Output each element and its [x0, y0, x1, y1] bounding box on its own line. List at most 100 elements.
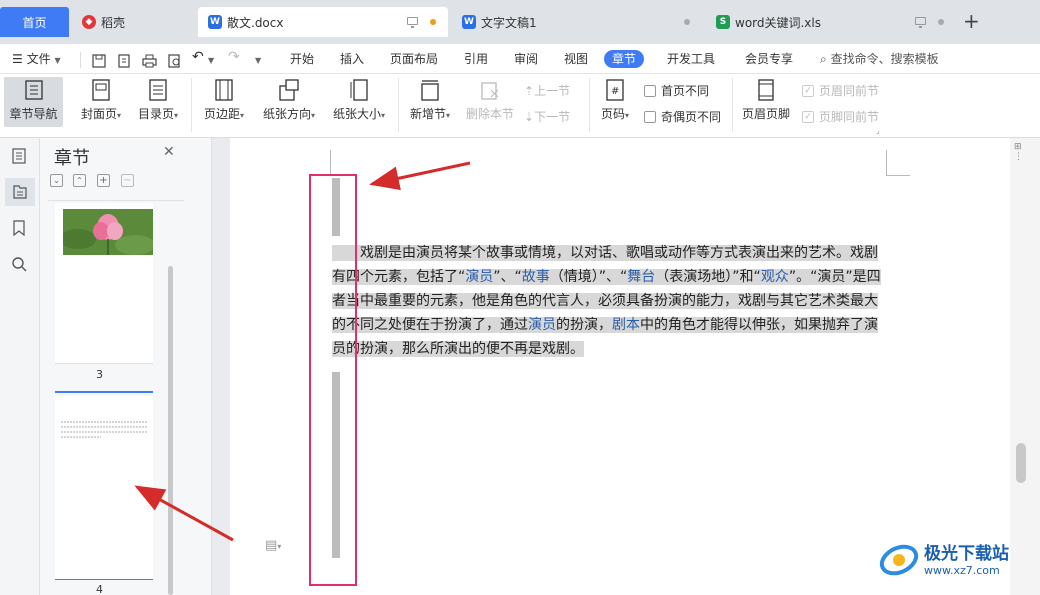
prev-section-icon: ⇡	[524, 83, 535, 98]
document-paragraph[interactable]: 戏剧是由演员将某个故事或情境，以对话、歌唱或动作等方式表演出来的艺术。戏剧有四个…	[332, 241, 886, 361]
document-outline-icon[interactable]	[11, 148, 27, 164]
menu-item-section[interactable]: 章节	[604, 50, 645, 68]
tab-dot-icon	[938, 19, 944, 25]
menu-item-layout[interactable]: 页面布局	[390, 50, 438, 68]
page-number-icon: #	[606, 79, 624, 101]
nav-scrollbar[interactable]	[168, 266, 173, 595]
file-menu-label: 文件	[26, 52, 51, 66]
hyperlink-text[interactable]: 观众	[761, 269, 789, 285]
delete-section-button[interactable]: 删除本节	[464, 78, 516, 122]
undo-dropdown-icon[interactable]: ▼	[208, 50, 214, 68]
search-icon[interactable]	[11, 256, 27, 272]
header-footer-button[interactable]: 页眉页脚	[740, 78, 792, 122]
bookmark-icon[interactable]	[12, 220, 26, 236]
tab-home-label: 首页	[22, 15, 47, 30]
tab-sanwen-docx[interactable]: W 散文.docx	[198, 7, 448, 37]
word-doc-icon: W	[208, 15, 222, 29]
new-section-label: 新增节	[409, 107, 446, 121]
command-search[interactable]: ⌕ 查找命令、搜索模板	[820, 50, 939, 68]
menu-item-review[interactable]: 审阅	[514, 50, 538, 68]
cover-page-button[interactable]: 封面页▾	[77, 78, 125, 122]
prev-section-button[interactable]: ⇡ 上一节	[524, 82, 570, 99]
page-thumbnail-4[interactable]	[55, 396, 153, 580]
monitor-icon[interactable]	[407, 17, 418, 28]
selected-paragraph-text: 戏剧是由演员将某个故事或情境，以对话、歌唱或动作等方式表演出来的艺术。戏剧有四个…	[332, 245, 881, 357]
menu-item-start[interactable]: 开始	[290, 50, 314, 68]
page-number-label: 页码	[600, 107, 625, 121]
odd-even-different-checkbox[interactable]: 奇偶页不同	[644, 108, 721, 125]
delete-section-icon	[481, 82, 499, 100]
ribbon-section: 章节导航 封面页▾ 目录页▾ 页边距▾ 纸张方向▾ 纸张大小▾ 新增节▾ 删除本…	[0, 74, 1040, 138]
page-thumbnail-3[interactable]	[55, 203, 153, 364]
highlight-box-annotation	[309, 174, 357, 586]
more-quick-icon[interactable]: ▼	[255, 50, 261, 68]
divider	[398, 78, 399, 132]
ribbon-expand-icon[interactable]: ⌟	[876, 126, 880, 135]
menu-bar: ☰ 文件 ▼ ↶ ▼ ↷ ▼ 开始 插入 页面布局 引用 审阅 视图 章节 开发…	[0, 44, 1040, 74]
margin-icon	[215, 79, 233, 101]
section-nav-panel: 章节 ✕ ⌄ ⌃ + − 3 4	[40, 138, 212, 595]
add-section-icon[interactable]: +	[97, 174, 110, 187]
margin-button[interactable]: 页边距▾	[200, 78, 248, 122]
tab-home[interactable]: 首页	[0, 7, 69, 37]
menu-item-view[interactable]: 视图	[564, 50, 588, 68]
command-search-placeholder: 查找命令、搜索模板	[830, 52, 939, 66]
page-number-button[interactable]: # 页码▾	[596, 78, 634, 122]
menu-item-developer[interactable]: 开发工具	[667, 50, 715, 68]
vertical-scroll-thumb[interactable]	[1016, 443, 1026, 483]
divider	[732, 78, 733, 132]
hyperlink-text[interactable]: 舞台	[627, 269, 655, 285]
tab-word-xls[interactable]: S word关键词.xls	[706, 7, 956, 37]
hyperlink-text[interactable]: 演员	[465, 269, 493, 285]
remove-section-icon[interactable]: −	[121, 174, 134, 187]
page-corner-mark	[330, 150, 331, 175]
section-nav-button[interactable]: 章节导航	[4, 77, 63, 127]
header-same-as-prev-checkbox[interactable]: ✓ 页眉同前节	[802, 82, 879, 99]
menu-item-insert[interactable]: 插入	[340, 50, 364, 68]
save-icon[interactable]	[92, 54, 106, 68]
redo-icon[interactable]: ↷	[228, 48, 240, 66]
expand-all-icon[interactable]: ⌃	[73, 174, 86, 187]
nav-panel-title: 章节	[54, 148, 90, 169]
checkmark-icon: ✓	[802, 110, 814, 123]
paragraph-text-segment: （情境）”、“	[549, 269, 628, 285]
section-nav-label: 章节导航	[9, 107, 58, 121]
delete-section-label: 删除本节	[465, 107, 514, 121]
export-pdf-icon[interactable]	[117, 54, 131, 68]
hyperlink-text[interactable]: 故事	[522, 269, 550, 285]
page-corner-mark	[886, 150, 910, 176]
menu-item-vip[interactable]: 会员专享	[745, 50, 793, 68]
selection-indicator	[55, 391, 153, 393]
orientation-button[interactable]: 纸张方向▾	[258, 78, 320, 122]
section-nav-tool[interactable]	[5, 178, 35, 206]
tab-daoke[interactable]: ◆ 稻壳	[72, 7, 194, 37]
footer-same-as-prev-checkbox[interactable]: ✓ 页脚同前节	[802, 108, 879, 125]
tab-wenzi-wengao[interactable]: W 文字文稿1	[452, 7, 702, 37]
undo-icon[interactable]: ↶	[192, 48, 204, 66]
first-page-different-checkbox[interactable]: 首页不同	[644, 82, 709, 99]
header-footer-label: 页眉页脚	[741, 107, 790, 121]
add-tab-icon[interactable]: +	[963, 9, 980, 33]
monitor-icon[interactable]	[915, 17, 926, 28]
toc-page-label: 目录页	[137, 107, 174, 121]
hyperlink-text[interactable]: 剧本	[612, 317, 640, 333]
file-menu[interactable]: ☰ 文件 ▼	[12, 50, 61, 68]
close-icon[interactable]: ✕	[163, 144, 175, 160]
toc-page-button[interactable]: 目录页▾	[134, 78, 182, 122]
watermark-logo-icon	[879, 544, 919, 576]
collapse-all-icon[interactable]: ⌄	[50, 174, 63, 187]
hyperlink-text[interactable]: 演员	[528, 317, 556, 333]
print-preview-icon[interactable]	[168, 54, 182, 68]
paper-size-button[interactable]: 纸张大小▾	[328, 78, 390, 122]
print-icon[interactable]	[142, 54, 157, 68]
menu-item-reference[interactable]: 引用	[464, 50, 488, 68]
ruler-toggle-icon[interactable]: ⊞ ⋮	[1014, 142, 1023, 162]
page-tool-icon[interactable]: ▤▾	[265, 538, 281, 553]
next-section-button[interactable]: ⇣ 下一节	[524, 108, 570, 125]
chevron-down-icon: ▼	[54, 56, 61, 65]
header-same-as-prev-label: 页眉同前节	[819, 84, 880, 98]
watermark-brand: 极光下载站	[924, 543, 1009, 564]
paper-size-label: 纸张大小	[332, 107, 381, 121]
first-page-different-label: 首页不同	[661, 84, 710, 98]
new-section-button[interactable]: 新增节▾	[405, 78, 455, 122]
